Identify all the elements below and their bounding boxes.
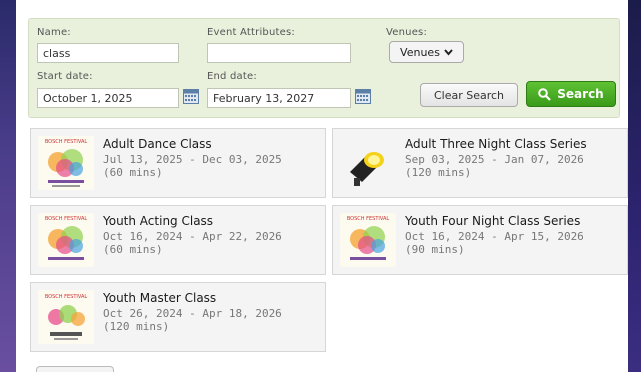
event-attributes-label: Event Attributes: bbox=[207, 27, 295, 38]
search-icon bbox=[538, 87, 552, 101]
event-dates: Oct 16, 2024 - Apr 22, 2026 bbox=[103, 230, 282, 243]
venues-dropdown-label: Venues bbox=[400, 45, 440, 59]
event-thumbnail bbox=[340, 136, 396, 190]
event-duration: (60 mins) bbox=[103, 166, 163, 179]
event-thumbnail: BOSCH FESTIVAL bbox=[38, 213, 94, 267]
end-date-label: End date: bbox=[207, 71, 257, 82]
event-thumbnail: BOSCH FESTIVAL bbox=[38, 136, 94, 190]
start-date-label: Start date: bbox=[37, 71, 93, 82]
event-card[interactable]: BOSCH FESTIVAL Adult Dance Class Jul 13,… bbox=[30, 128, 326, 198]
chevron-down-icon bbox=[444, 48, 453, 56]
name-label: Name: bbox=[37, 27, 71, 38]
window-frame-right bbox=[628, 0, 641, 372]
search-button-label: Search bbox=[557, 87, 604, 101]
event-card[interactable]: BOSCH FESTIVAL Youth Four Night Class Se… bbox=[332, 205, 628, 275]
svg-text:BOSCH FESTIVAL: BOSCH FESTIVAL bbox=[45, 139, 88, 145]
name-input[interactable] bbox=[37, 43, 179, 63]
search-button[interactable]: Search bbox=[526, 81, 616, 107]
event-attributes-input[interactable] bbox=[207, 43, 351, 63]
event-duration: (120 mins) bbox=[405, 166, 472, 179]
event-title[interactable]: Adult Dance Class bbox=[103, 137, 212, 151]
venues-label: Venues: bbox=[386, 27, 428, 38]
event-card[interactable]: Adult Three Night Class Series Sep 03, 2… bbox=[332, 128, 628, 198]
event-card[interactable]: BOSCH FESTIVAL Youth Acting Class Oct 16… bbox=[30, 205, 326, 275]
event-title[interactable]: Youth Master Class bbox=[103, 291, 216, 305]
event-thumbnail: BOSCH FESTIVAL bbox=[38, 290, 94, 344]
svg-text:BOSCH FESTIVAL: BOSCH FESTIVAL bbox=[347, 216, 390, 222]
event-dates: Oct 16, 2024 - Apr 15, 2026 bbox=[405, 230, 584, 243]
event-dates: Oct 26, 2024 - Apr 18, 2026 bbox=[103, 307, 282, 320]
event-dates: Jul 13, 2025 - Dec 03, 2025 bbox=[103, 153, 282, 166]
start-date-input[interactable] bbox=[37, 88, 179, 108]
clear-search-button[interactable]: Clear Search bbox=[420, 83, 518, 107]
event-thumbnail: BOSCH FESTIVAL bbox=[340, 213, 396, 267]
venues-dropdown[interactable]: Venues bbox=[389, 41, 464, 63]
event-duration: (120 mins) bbox=[103, 320, 170, 333]
calendar-icon[interactable] bbox=[183, 89, 199, 104]
calendar-icon[interactable] bbox=[355, 89, 371, 104]
load-more-button[interactable] bbox=[36, 366, 114, 372]
event-title[interactable]: Adult Three Night Class Series bbox=[405, 137, 587, 151]
event-duration: (60 mins) bbox=[103, 243, 163, 256]
event-duration: (90 mins) bbox=[405, 243, 465, 256]
search-form: Name: Event Attributes: Venues: Venues S… bbox=[28, 18, 620, 118]
event-dates: Sep 03, 2025 - Jan 07, 2026 bbox=[405, 153, 584, 166]
end-date-input[interactable] bbox=[207, 88, 351, 108]
event-card[interactable]: BOSCH FESTIVAL Youth Master Class Oct 26… bbox=[30, 282, 326, 352]
event-search-panel: Name: Event Attributes: Venues: Venues S… bbox=[16, 0, 628, 372]
svg-text:BOSCH FESTIVAL: BOSCH FESTIVAL bbox=[45, 216, 88, 222]
event-title[interactable]: Youth Four Night Class Series bbox=[405, 214, 580, 228]
event-title[interactable]: Youth Acting Class bbox=[103, 214, 213, 228]
window-frame-left bbox=[0, 0, 16, 372]
svg-text:BOSCH FESTIVAL: BOSCH FESTIVAL bbox=[45, 294, 88, 300]
